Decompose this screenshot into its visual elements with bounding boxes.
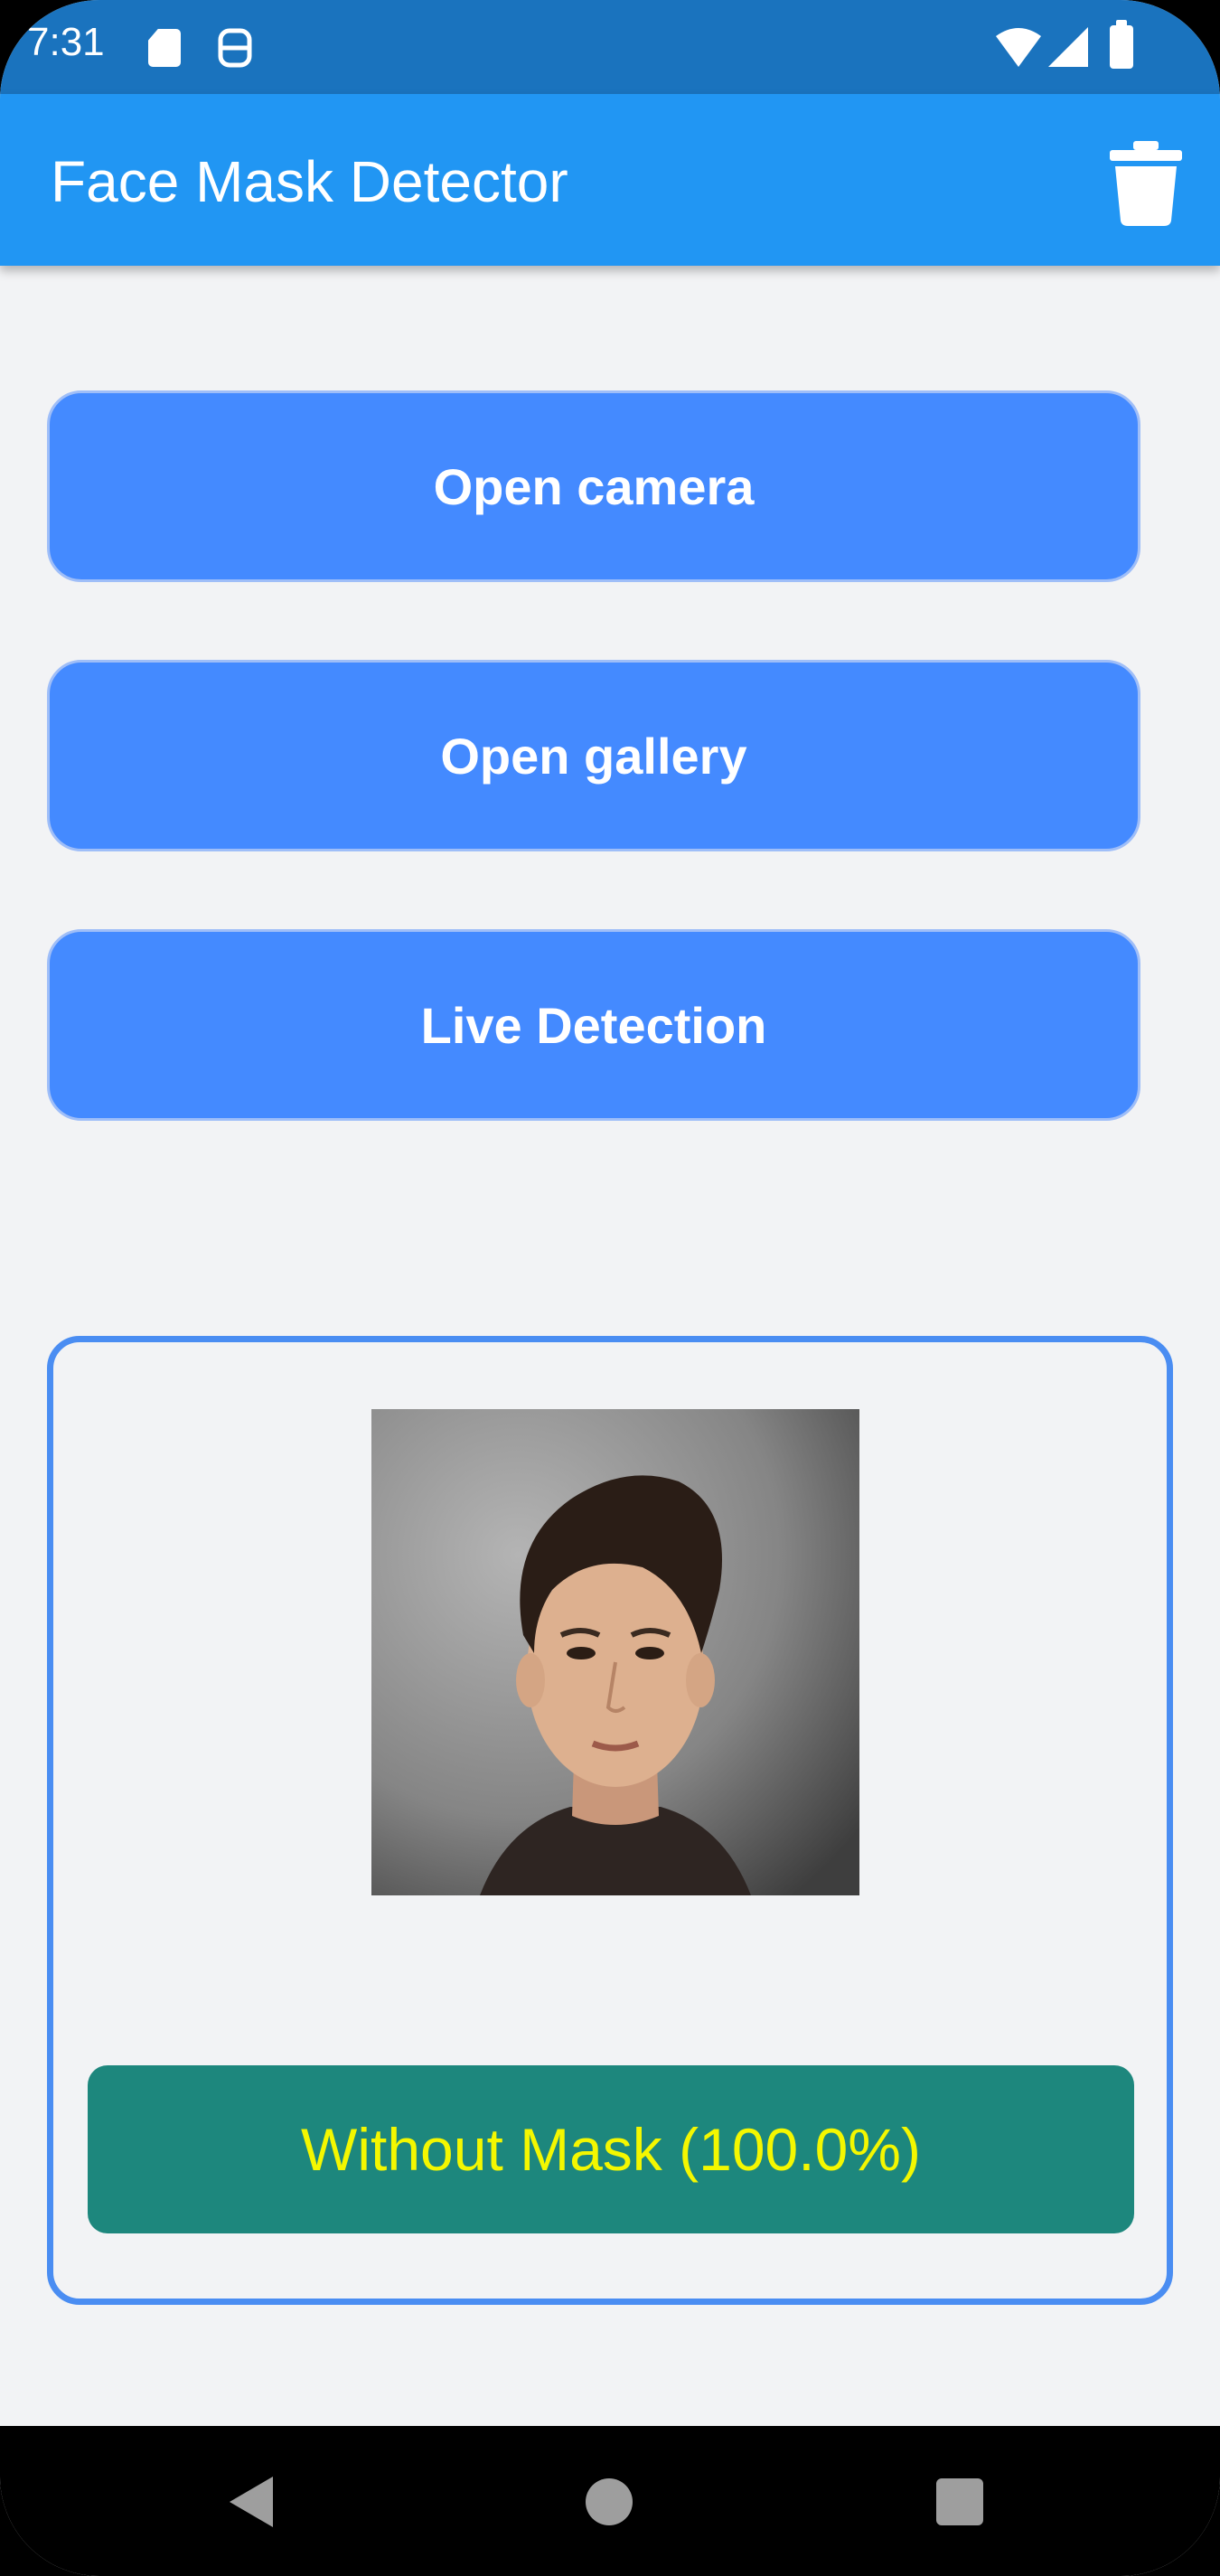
status-time: 7:31 <box>27 20 105 64</box>
result-label: Without Mask (100.0%) <box>88 2065 1134 2233</box>
recents-icon[interactable] <box>936 2478 983 2525</box>
face-photo <box>371 1409 859 1895</box>
app-title: Face Mask Detector <box>51 149 568 214</box>
app-notification-icon <box>218 28 252 68</box>
trash-icon[interactable] <box>1106 139 1186 226</box>
navigation-bar <box>0 2426 1220 2576</box>
open-camera-button[interactable]: Open camera <box>47 390 1140 582</box>
signal-icon <box>1048 27 1088 67</box>
back-icon[interactable] <box>230 2477 277 2527</box>
sd-card-icon <box>148 29 181 67</box>
result-card: Without Mask (100.0%) <box>47 1336 1173 2305</box>
app-bar: Face Mask Detector <box>0 94 1220 266</box>
live-detection-button[interactable]: Live Detection <box>47 929 1140 1121</box>
status-bar: 7:31 <box>0 0 1220 94</box>
open-gallery-button[interactable]: Open gallery <box>47 660 1140 851</box>
wifi-icon <box>996 28 1041 67</box>
battery-icon <box>1110 20 1133 69</box>
phone-screen: 7:31 Face Mask Detector Open camera Open… <box>0 0 1220 2576</box>
home-icon[interactable] <box>586 2478 633 2525</box>
